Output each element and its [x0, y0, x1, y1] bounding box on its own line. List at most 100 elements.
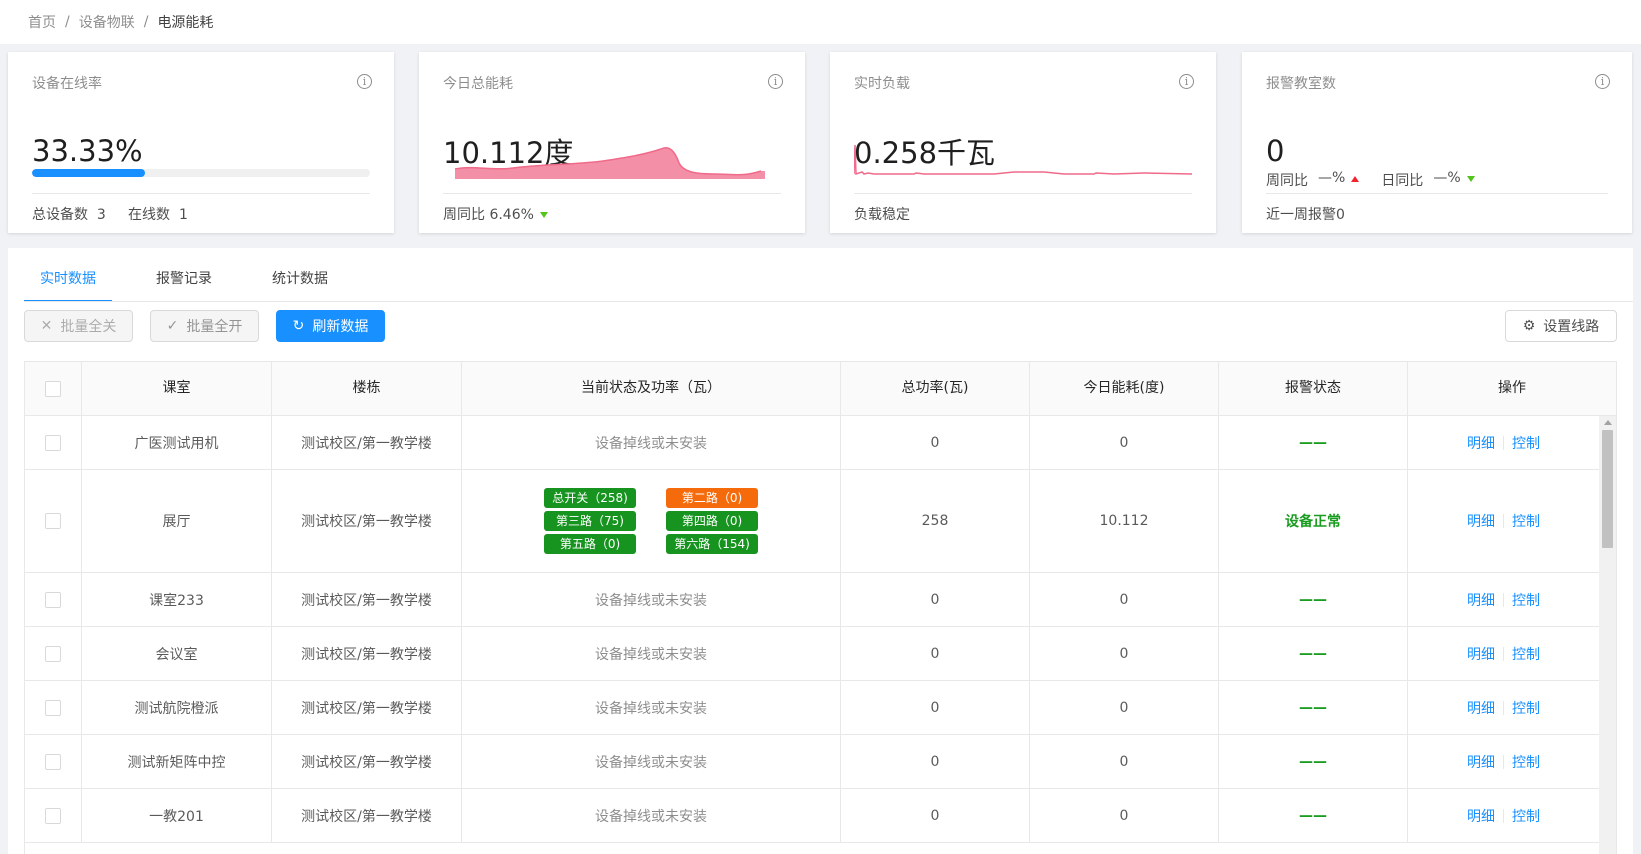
row-actions: 明细 控制 — [1467, 590, 1540, 610]
row-checkbox-cell — [25, 627, 82, 680]
row-actions: 明细 控制 — [1467, 511, 1540, 531]
card-label: 报警教室数 — [1266, 76, 1336, 92]
control-link[interactable]: 控制 — [1512, 698, 1540, 718]
detail-link[interactable]: 明细 — [1467, 752, 1495, 772]
action-divider — [1503, 646, 1504, 661]
info-icon[interactable]: i — [1179, 74, 1194, 89]
control-link[interactable]: 控制 — [1512, 590, 1540, 610]
online-progress-fill — [32, 169, 145, 177]
detail-link[interactable]: 明细 — [1467, 806, 1495, 826]
table-scrollbar[interactable] — [1599, 416, 1616, 854]
control-link[interactable]: 控制 — [1512, 806, 1540, 826]
settings-button[interactable]: ⚙ 设置线路 — [1505, 310, 1617, 342]
table-row: 会议室 测试校区/第一教学楼 设备掉线或未安装 0 0 —— 明细 控制 — [25, 627, 1599, 681]
alarm-status: —— — [1299, 807, 1327, 824]
alarm-status: —— — [1299, 645, 1327, 662]
circuit-chip[interactable]: 第六路（154) — [666, 534, 758, 554]
breadcrumb-current: 电源能耗 — [157, 15, 214, 31]
card-footer: 近一周报警0 — [1266, 207, 1345, 223]
info-icon[interactable]: i — [357, 74, 372, 89]
cell-alarm: —— — [1219, 573, 1408, 626]
card-footer: 周同比 6.46% — [443, 204, 548, 224]
cell-building: 测试校区/第一教学楼 — [272, 573, 462, 626]
row-checkbox[interactable] — [45, 434, 61, 451]
table-header: 课室 楼栋 当前状态及功率（瓦） 总功率(瓦) 今日能耗(度) 报警状态 操作 — [25, 362, 1616, 416]
header-actions: 操作 — [1498, 380, 1526, 396]
breadcrumb-home[interactable]: 首页 — [28, 12, 56, 32]
cell-alarm: —— — [1219, 627, 1408, 680]
table-row: 展厅 测试校区/第一教学楼 总开关（258) 第二路（0) 第三路（75) 第四路（0) 第… — [25, 470, 1599, 573]
row-checkbox[interactable] — [45, 699, 61, 716]
cell-energy: 0 — [1030, 627, 1219, 680]
refresh-label: 刷新数据 — [312, 319, 369, 335]
cell-total-power: 0 — [841, 735, 1030, 788]
tab-alarm-records[interactable]: 报警记录 — [140, 262, 228, 302]
cell-actions: 明细 控制 — [1408, 573, 1599, 626]
gear-icon: ⚙ — [1522, 318, 1536, 334]
card-label: 实时负载 — [854, 76, 910, 92]
cell-energy: 0 — [1030, 735, 1219, 788]
control-link[interactable]: 控制 — [1512, 433, 1540, 453]
row-checkbox[interactable] — [45, 513, 61, 529]
cell-energy: 0 — [1030, 573, 1219, 626]
circuit-chip[interactable]: 第五路（0) — [544, 534, 636, 554]
table-row: 测试航院橙派 测试校区/第一教学楼 设备掉线或未安装 0 0 —— 明细 控制 — [25, 681, 1599, 735]
cell-status: 设备掉线或未安装 — [462, 627, 841, 680]
tab-realtime[interactable]: 实时数据 — [24, 262, 112, 302]
alarm-status: —— — [1299, 434, 1327, 451]
row-checkbox-cell — [25, 573, 82, 626]
circuit-chip[interactable]: 第二路（0) — [666, 488, 758, 508]
control-link[interactable]: 控制 — [1512, 644, 1540, 664]
trend-down-icon — [539, 212, 548, 218]
row-checkbox[interactable] — [45, 753, 61, 770]
cell-status: 总开关（258) 第二路（0) 第三路（75) 第四路（0) 第五路（0) 第六路（154… — [462, 470, 841, 572]
detail-link[interactable]: 明细 — [1467, 511, 1495, 531]
row-checkbox[interactable] — [45, 591, 61, 608]
cell-building: 测试校区/第一教学楼 — [272, 789, 462, 842]
devices-table: 课室 楼栋 当前状态及功率（瓦） 总功率(瓦) 今日能耗(度) 报警状态 操作 … — [24, 361, 1617, 854]
detail-link[interactable]: 明细 — [1467, 433, 1495, 453]
card-divider — [854, 193, 1192, 194]
info-icon[interactable]: i — [768, 74, 783, 89]
card-value: 33.33% — [32, 134, 143, 168]
detail-link[interactable]: 明细 — [1467, 698, 1495, 718]
circuit-chip[interactable]: 第四路（0) — [666, 511, 758, 531]
cell-total-power: 258 — [841, 470, 1030, 572]
row-checkbox-cell — [25, 681, 82, 734]
row-checkbox[interactable] — [45, 645, 61, 662]
table-row: 测试新矩阵中控 测试校区/第一教学楼 设备掉线或未安装 0 0 —— 明细 控制 — [25, 735, 1599, 789]
cell-status: 设备掉线或未安装 — [462, 416, 841, 469]
row-checkbox[interactable] — [45, 807, 61, 824]
tab-statistics[interactable]: 统计数据 — [256, 262, 344, 302]
circuit-chip[interactable]: 总开关（258) — [544, 488, 636, 508]
control-link[interactable]: 控制 — [1512, 752, 1540, 772]
alarm-status: —— — [1299, 753, 1327, 770]
cell-building: 测试校区/第一教学楼 — [272, 735, 462, 788]
action-divider — [1503, 754, 1504, 769]
scroll-up-icon[interactable] — [1604, 420, 1612, 425]
alarm-status: 设备正常 — [1285, 514, 1341, 530]
alarm-status: —— — [1299, 591, 1327, 608]
batch-on-button[interactable]: ✓ 批量全开 — [150, 310, 259, 342]
control-link[interactable]: 控制 — [1512, 511, 1540, 531]
cell-building: 测试校区/第一教学楼 — [272, 470, 462, 572]
batch-on-label: 批量全开 — [186, 319, 243, 335]
scrollbar-thumb[interactable] — [1602, 430, 1613, 548]
header-alarm: 报警状态 — [1219, 362, 1408, 415]
circuit-chip[interactable]: 第三路（75) — [544, 511, 636, 531]
cell-status: 设备掉线或未安装 — [462, 681, 841, 734]
refresh-button[interactable]: ↻ 刷新数据 — [276, 310, 385, 342]
detail-link[interactable]: 明细 — [1467, 590, 1495, 610]
cell-room: 广医测试用机 — [82, 416, 272, 469]
card-footer: 总设备数 3 在线数 1 — [32, 207, 188, 223]
select-all-checkbox[interactable] — [45, 380, 61, 397]
batch-off-button[interactable]: ✕ 批量全关 — [24, 310, 133, 342]
online-progress-bar — [32, 169, 370, 177]
data-panel: 实时数据 报警记录 统计数据 ✕ 批量全关 ✓ 批量全开 ↻ 刷新数据 ⚙ 设置… — [8, 248, 1633, 854]
breadcrumb-iot[interactable]: 设备物联 — [79, 12, 135, 32]
info-icon[interactable]: i — [1595, 74, 1610, 89]
header-select-all — [25, 362, 82, 415]
detail-link[interactable]: 明细 — [1467, 644, 1495, 664]
card-divider — [1266, 193, 1608, 194]
check-icon: ✓ — [166, 318, 179, 334]
